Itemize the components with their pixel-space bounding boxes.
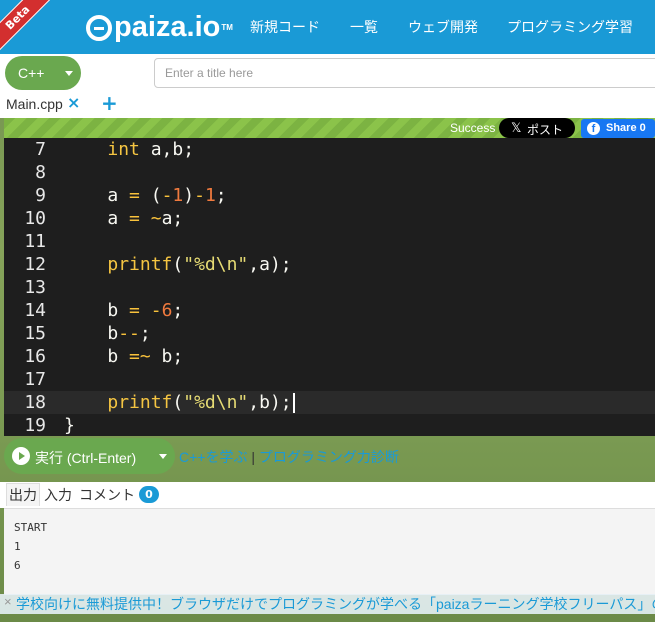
paiza-logo[interactable]: paiza.io TM [86, 11, 233, 44]
code-text[interactable]: printf("%d\n",b); [64, 391, 295, 414]
facebook-icon: f [587, 122, 600, 135]
code-line[interactable]: 7 int a,b; [4, 138, 655, 161]
nav-programming-learning[interactable]: プログラミング学習 [507, 17, 633, 37]
x-logo-icon: 𝕏 [511, 120, 522, 135]
tab-input[interactable]: 入力 [44, 485, 72, 505]
line-number: 7 [35, 139, 46, 160]
code-text[interactable]: a = ~a; [64, 207, 183, 230]
run-button-label: 実行 (Ctrl-Enter) [35, 450, 137, 466]
x-post-label: ポスト [527, 123, 564, 137]
language-label: C++ [18, 65, 45, 81]
line-number: 8 [35, 162, 46, 183]
chevron-down-icon [159, 454, 167, 459]
code-text[interactable]: b = -6; [64, 299, 183, 322]
facebook-share-label: Share 0 [606, 122, 646, 134]
output-line: 6 [14, 559, 21, 572]
output-line: 1 [14, 540, 21, 553]
close-icon[interactable]: × [4, 594, 12, 609]
nav-web-dev[interactable]: ウェブ開発 [408, 17, 478, 37]
code-text[interactable]: printf("%d\n",a); [64, 253, 291, 276]
code-line[interactable]: 9 a = (-1)-1; [4, 184, 655, 207]
output-line: START [14, 521, 48, 534]
code-line[interactable]: 16 b =~ b; [4, 345, 655, 368]
line-number: 11 [24, 231, 46, 252]
run-button[interactable]: 実行 (Ctrl-Enter) [4, 438, 175, 474]
code-text[interactable]: } [64, 414, 75, 437]
code-line[interactable]: 19} [4, 414, 655, 437]
line-number: 12 [24, 254, 46, 275]
promo-banner-text[interactable]: 学校向けに無料提供中！ブラウザだけでプログラミングが学べる「paizaラーニング… [16, 594, 655, 614]
code-line[interactable]: 10 a = ~a; [4, 207, 655, 230]
code-line[interactable]: 13 [4, 276, 655, 299]
logo-text: paiza.io [114, 11, 221, 43]
code-text[interactable]: b =~ b; [64, 345, 183, 368]
play-icon [12, 447, 30, 465]
status-text: Success [450, 121, 496, 135]
x-post-button[interactable]: 𝕏 ポスト [499, 118, 575, 138]
code-line[interactable]: 15 b--; [4, 322, 655, 345]
line-number: 17 [24, 369, 46, 390]
line-number: 19 [24, 415, 46, 436]
line-number: 13 [24, 277, 46, 298]
nav-new-code[interactable]: 新規コード [250, 17, 320, 37]
add-file-icon[interactable]: + [101, 91, 118, 115]
code-line[interactable]: 11 [4, 230, 655, 253]
text-cursor [292, 393, 295, 413]
tab-comment[interactable]: コメント [79, 485, 135, 505]
code-line[interactable]: 14 b = -6; [4, 299, 655, 322]
code-text[interactable]: int a,b; [64, 138, 194, 161]
logo-trademark: TM [221, 23, 233, 32]
code-text[interactable]: a = (-1)-1; [64, 184, 226, 207]
nav-list[interactable]: 一覧 [350, 17, 378, 37]
code-text[interactable]: b--; [64, 322, 150, 345]
line-number: 9 [35, 185, 46, 206]
code-editor[interactable]: 7 int a,b; 8 9 a = (-1)-1; 10 a = ~a; 11 12 p… [4, 138, 655, 436]
line-number: 18 [24, 392, 46, 413]
language-select-button[interactable]: C++ [5, 56, 81, 90]
promo-banner[interactable]: × 学校向けに無料提供中！ブラウザだけでプログラミングが学べる「paizaラーニ… [0, 594, 655, 614]
line-number: 10 [24, 208, 46, 229]
title-input[interactable] [154, 58, 655, 88]
code-line[interactable]: 8 [4, 161, 655, 184]
learn-cpp-link[interactable]: C++を学ぶ [179, 449, 247, 465]
line-number: 16 [24, 346, 46, 367]
code-line[interactable]: 12 printf("%d\n",a); [4, 253, 655, 276]
output-panel: START 1 6 [4, 508, 655, 595]
tab-output[interactable]: 出力 [6, 483, 40, 506]
facebook-share-button[interactable]: f Share 0 [581, 119, 655, 138]
link-separator: | [251, 449, 255, 465]
code-line[interactable]: 17 [4, 368, 655, 391]
header-bar: Beta paiza.io TM 新規コード 一覧 ウェブ開発 プログラミング学… [0, 0, 655, 54]
file-tabs-row [0, 94, 655, 118]
line-number: 14 [24, 300, 46, 321]
beta-ribbon: Beta [0, 0, 51, 51]
close-file-icon[interactable]: × [67, 93, 80, 112]
comment-count-badge: 0 [139, 486, 159, 503]
logo-mark-icon [86, 14, 112, 41]
diagnosis-link[interactable]: プログラミング力診断 [259, 449, 399, 465]
chevron-down-icon [65, 71, 73, 76]
file-tab-main[interactable]: Main.cpp [6, 96, 63, 112]
line-number: 15 [24, 323, 46, 344]
code-line[interactable]: 18 printf("%d\n",b); [4, 391, 655, 414]
learn-links: C++を学ぶ | プログラミング力診断 [179, 447, 399, 467]
